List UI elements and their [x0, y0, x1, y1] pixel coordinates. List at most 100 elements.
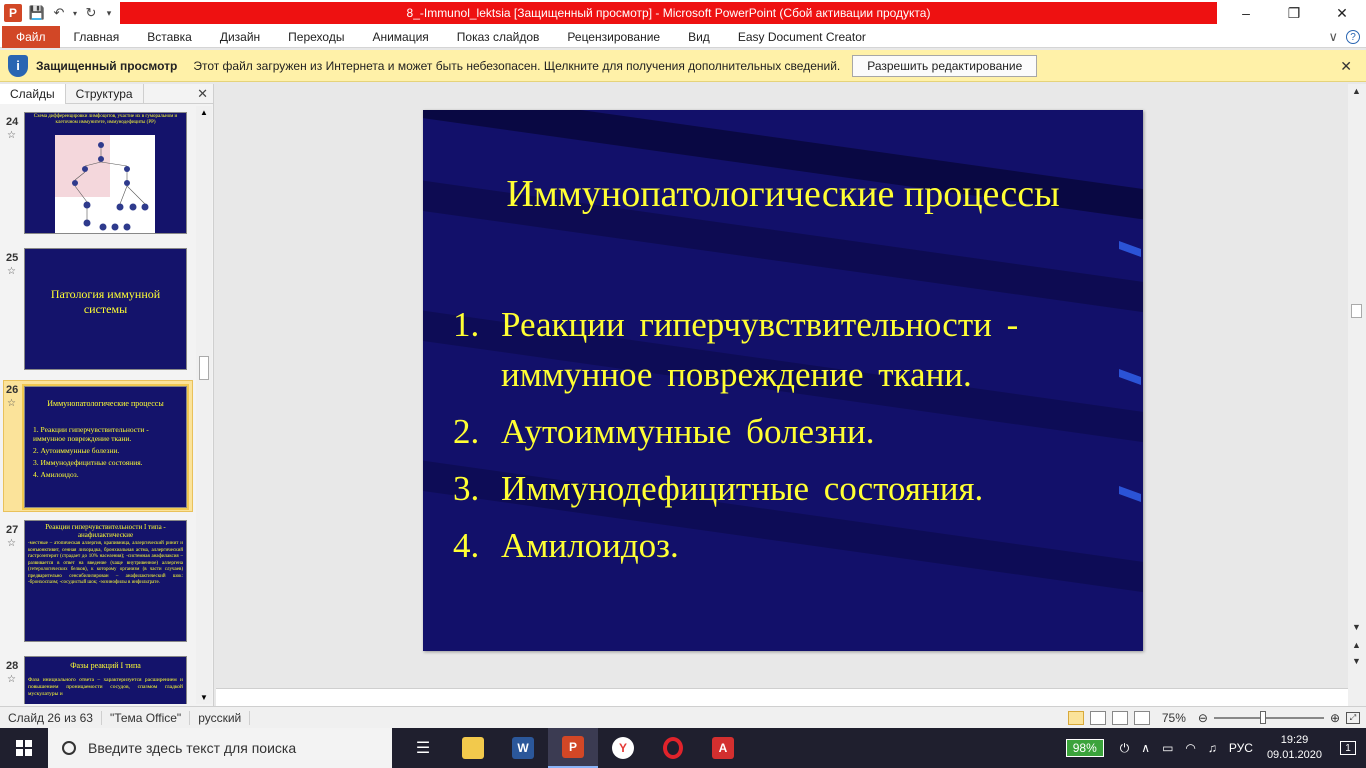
- tab-review[interactable]: Рецензирование: [553, 26, 674, 48]
- help-icon[interactable]: ?: [1346, 30, 1360, 44]
- slide-number: 28: [6, 660, 19, 672]
- protected-view-message[interactable]: Этот файл загружен из Интернета и может …: [193, 59, 840, 73]
- close-icon[interactable]: ✕: [1318, 0, 1366, 26]
- wifi-icon[interactable]: ◠: [1185, 741, 1195, 755]
- thumbnail-item[interactable]: 24 ☆ Схема дифференцировки лимфоцитов, у…: [0, 112, 196, 242]
- slide-thumbnail[interactable]: Фазы реакций I типа Фаза инициального от…: [24, 656, 187, 704]
- slide-number: 27: [6, 524, 19, 536]
- tab-design[interactable]: Дизайн: [206, 26, 274, 48]
- fit-slide-icon[interactable]: ⤢: [1346, 712, 1360, 724]
- expand-ribbon-icon[interactable]: ∨: [1328, 29, 1338, 45]
- thumbnail-list: 1. Реакции гиперчувствительности - иммун…: [25, 409, 186, 479]
- notes-pane[interactable]: [216, 688, 1348, 706]
- close-pane-icon[interactable]: ✕: [197, 86, 208, 102]
- search-box[interactable]: Введите здесь текст для поиска: [48, 728, 392, 768]
- slide-number: 26: [6, 384, 19, 396]
- list-text: Аутоиммунные болезни.: [501, 412, 875, 451]
- window-controls: – ❐ ✕: [1222, 0, 1366, 26]
- zoom-level[interactable]: 75%: [1162, 711, 1186, 725]
- thumbnail-item[interactable]: 28 ☆ Фазы реакций I типа Фаза инициально…: [0, 656, 196, 704]
- slide-title[interactable]: Иммунопатологические процессы: [423, 172, 1143, 216]
- tab-outline[interactable]: Структура: [66, 84, 144, 104]
- powerpoint-taskbar-icon[interactable]: P: [548, 728, 598, 768]
- restore-icon[interactable]: ❐: [1270, 0, 1318, 26]
- language-indicator[interactable]: русский: [190, 710, 251, 725]
- scroll-thumb[interactable]: [199, 356, 209, 380]
- thumbnail-list-item: 3. Иммунодефицитные состояния.: [33, 458, 143, 467]
- slide-thumbnail[interactable]: Иммунопатологические процессы 1. Реакции…: [22, 384, 189, 510]
- slide-thumbnail[interactable]: Патология иммунной системы: [24, 248, 187, 370]
- slide-editing-area: Иммунопатологические процессы 1. Реакции…: [216, 84, 1348, 686]
- scroll-up-icon[interactable]: ▲: [200, 108, 208, 117]
- title-bar: P 💾 ↶ ▾ ↻ ▾ 8_-Immunol_lektsia [Защищенн…: [0, 0, 1366, 26]
- next-slide-icon[interactable]: ▼: [1352, 656, 1361, 666]
- ribbon-tabs: Файл Главная Вставка Дизайн Переходы Ани…: [0, 25, 1366, 48]
- power-plug-icon[interactable]: ⏻: [1120, 741, 1130, 756]
- file-explorer-icon[interactable]: [448, 728, 498, 768]
- minimize-icon[interactable]: –: [1222, 0, 1270, 26]
- normal-view-icon[interactable]: [1067, 711, 1084, 725]
- thumbnail-item[interactable]: 27 ☆ Реакции гиперчувствительности I тип…: [0, 520, 196, 650]
- lymphocyte-diagram: [55, 135, 155, 233]
- zoom-out-icon[interactable]: ⊖: [1198, 711, 1208, 725]
- clock[interactable]: 19:29 09.01.2020: [1267, 733, 1322, 763]
- tab-transitions[interactable]: Переходы: [274, 26, 358, 48]
- tab-home[interactable]: Главная: [60, 26, 134, 48]
- theme-name: "Тема Office": [102, 710, 191, 725]
- slide-counter: Слайд 26 из 63: [0, 710, 102, 725]
- slide-list[interactable]: 1. Реакции гиперчувствительности - иммун…: [453, 300, 1103, 578]
- volume-icon[interactable]: ♫: [1208, 741, 1217, 755]
- close-icon[interactable]: ✕: [1340, 58, 1352, 75]
- tab-view[interactable]: Вид: [674, 26, 724, 48]
- scroll-thumb[interactable]: [1351, 304, 1362, 318]
- task-view-icon[interactable]: ☰: [398, 728, 448, 768]
- tab-easy-document-creator[interactable]: Easy Document Creator: [724, 26, 880, 48]
- slide-thumbnail[interactable]: Схема дифференцировки лимфоцитов, участи…: [24, 112, 187, 234]
- animation-star-icon: ☆: [7, 538, 16, 549]
- tab-file[interactable]: Файл: [2, 25, 60, 48]
- input-language[interactable]: РУС: [1229, 741, 1253, 755]
- battery-icon[interactable]: ▭: [1162, 741, 1173, 755]
- slide-sorter-icon[interactable]: [1089, 711, 1106, 725]
- battery-indicator[interactable]: 98%: [1065, 739, 1104, 757]
- undo-icon[interactable]: ↶: [48, 2, 70, 24]
- yandex-browser-icon[interactable]: Y: [598, 728, 648, 768]
- scroll-up-icon[interactable]: ▲: [1352, 86, 1361, 96]
- tab-animation[interactable]: Анимация: [358, 26, 442, 48]
- list-number: 3.: [453, 469, 480, 508]
- tab-slides[interactable]: Слайды: [0, 84, 66, 104]
- zoom-slider-knob[interactable]: [1259, 711, 1266, 724]
- slide-scrollbar[interactable]: ▲ ▼ ▲ ▼: [1348, 84, 1366, 706]
- tab-slideshow[interactable]: Показ слайдов: [443, 26, 554, 48]
- customize-qat-icon[interactable]: ▾: [102, 2, 116, 24]
- previous-slide-icon[interactable]: ▲: [1352, 640, 1361, 650]
- save-icon[interactable]: 💾: [26, 2, 48, 24]
- protected-view-bar[interactable]: i Защищенный просмотр Этот файл загружен…: [0, 50, 1366, 82]
- slide-thumbnail[interactable]: Реакции гиперчувствительности I типа - а…: [24, 520, 187, 642]
- redo-icon[interactable]: ↻: [80, 2, 102, 24]
- opera-icon[interactable]: [648, 728, 698, 768]
- reading-view-icon[interactable]: [1111, 711, 1128, 725]
- tab-insert[interactable]: Вставка: [133, 26, 206, 48]
- slide-number: 24: [6, 116, 19, 128]
- show-hidden-icons[interactable]: ∧: [1141, 741, 1150, 755]
- current-slide[interactable]: Иммунопатологические процессы 1. Реакции…: [423, 110, 1143, 651]
- scroll-down-icon[interactable]: ▼: [1352, 622, 1361, 632]
- thumbnail-item-selected[interactable]: 26 ☆ Иммунопатологические процессы 1. Ре…: [0, 380, 196, 514]
- start-button[interactable]: [0, 728, 48, 768]
- thumbnails-scrollbar[interactable]: ▲ ▼: [196, 106, 212, 704]
- slideshow-icon[interactable]: [1133, 711, 1150, 725]
- zoom-slider[interactable]: [1213, 711, 1324, 724]
- list-item: 3. Иммунодефицитные состояния.: [453, 464, 1103, 514]
- acrobat-icon[interactable]: A: [698, 728, 748, 768]
- list-number: 4.: [453, 526, 480, 565]
- notification-count: 1: [1340, 741, 1356, 755]
- enable-editing-button[interactable]: Разрешить редактирование: [852, 54, 1038, 77]
- word-icon[interactable]: W: [498, 728, 548, 768]
- undo-dropdown-icon[interactable]: ▾: [70, 2, 80, 24]
- animation-star-icon: ☆: [7, 674, 16, 685]
- thumbnail-item[interactable]: 25 ☆ Патология иммунной системы: [0, 248, 196, 378]
- notifications-icon[interactable]: 1: [1330, 728, 1366, 768]
- zoom-in-icon[interactable]: ⊕: [1330, 711, 1340, 725]
- scroll-down-icon[interactable]: ▼: [200, 693, 208, 702]
